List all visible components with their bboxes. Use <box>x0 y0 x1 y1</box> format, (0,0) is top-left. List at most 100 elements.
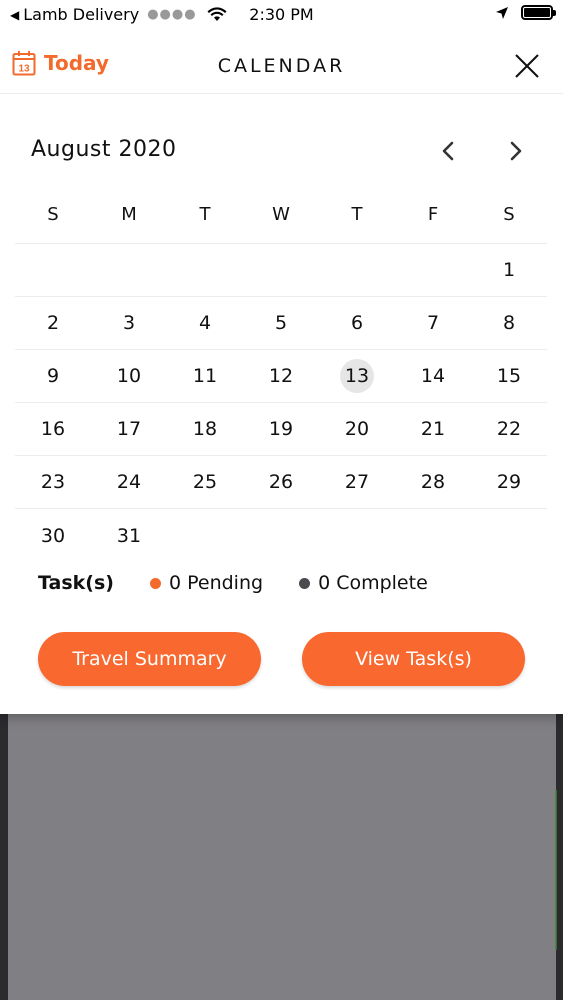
calendar-day-number: 12 <box>268 365 294 387</box>
calendar-empty-cell <box>91 244 167 296</box>
calendar-day[interactable]: 20 <box>319 403 395 455</box>
calendar-week-row: 9 10 11 12 13 14 15 <box>15 350 547 403</box>
calendar-day[interactable]: 28 <box>395 456 471 508</box>
calendar-day-number: 30 <box>40 524 66 547</box>
calendar-empty-cell <box>243 509 319 562</box>
calendar-day[interactable]: 11 <box>167 350 243 402</box>
calendar-day-number: 29 <box>496 471 522 493</box>
calendar-day-number: 5 <box>274 312 288 334</box>
calendar-day-number: 19 <box>268 418 294 440</box>
calendar-day-number: 13 <box>340 359 374 393</box>
calendar-day-number: 28 <box>420 471 446 493</box>
calendar-week-row: 16 17 18 19 20 21 22 <box>15 403 547 456</box>
calendar-empty-cell <box>395 244 471 296</box>
background-route-line <box>555 790 563 950</box>
calendar-day[interactable]: 8 <box>471 297 547 349</box>
calendar-day[interactable]: 31 <box>91 509 167 562</box>
weekday-header: S M T W T F S <box>15 190 547 244</box>
chevron-left-icon[interactable] <box>436 138 462 164</box>
calendar-day-number: 21 <box>420 418 446 440</box>
calendar-day-number: 27 <box>344 471 370 493</box>
calendar-day-number: 16 <box>40 418 66 440</box>
calendar-day-number: 2 <box>46 312 60 334</box>
complete-label: 0 Complete <box>318 572 428 594</box>
calendar-week-row: 2 3 4 5 6 7 8 <box>15 297 547 350</box>
calendar-day-number: 31 <box>116 524 142 547</box>
calendar-day[interactable]: 19 <box>243 403 319 455</box>
calendar-day[interactable]: 12 <box>243 350 319 402</box>
pending-label: 0 Pending <box>168 572 264 594</box>
calendar-day-number: 1 <box>502 259 516 281</box>
calendar-empty-cell <box>395 509 471 562</box>
calendar-day-number: 7 <box>426 312 440 334</box>
calendar-day[interactable]: 23 <box>15 456 91 508</box>
calendar-empty-cell <box>243 244 319 296</box>
calendar-day-number: 18 <box>192 418 218 440</box>
calendar-empty-cell <box>15 244 91 296</box>
calendar-day-number: 20 <box>344 418 370 440</box>
weekday-label: S <box>503 204 515 225</box>
month-title: August 2020 <box>31 137 177 162</box>
calendar-day[interactable]: 17 <box>91 403 167 455</box>
complete-dot-icon <box>299 577 311 589</box>
calendar-week-row: 23 24 25 26 27 28 29 <box>15 456 547 509</box>
calendar-day[interactable]: 6 <box>319 297 395 349</box>
calendar-day-number: 11 <box>192 365 218 387</box>
calendar-day-number: 9 <box>46 365 60 387</box>
calendar-empty-cell <box>167 509 243 562</box>
calendar-day-number: 6 <box>350 312 364 334</box>
view-tasks-button[interactable]: View Task(s) <box>302 632 525 686</box>
calendar-day[interactable]: 14 <box>395 350 471 402</box>
calendar-day-number: 10 <box>116 365 142 387</box>
calendar-day[interactable]: 10 <box>91 350 167 402</box>
calendar-day[interactable]: 5 <box>243 297 319 349</box>
calendar-day[interactable]: 7 <box>395 297 471 349</box>
calendar-grid: 1 2 3 4 5 6 7 8 9 10 11 12 13 14 15 16 17 18 19 20 21 22 23 24 2… <box>15 244 547 562</box>
weekday-label: T <box>199 204 211 225</box>
calendar-day[interactable]: 30 <box>15 509 91 562</box>
calendar-day-number: 23 <box>40 471 66 493</box>
calendar-day[interactable]: 2 <box>15 297 91 349</box>
calendar-day[interactable]: 4 <box>167 297 243 349</box>
calendar-empty-cell <box>167 244 243 296</box>
calendar-day-number: 4 <box>198 312 212 334</box>
calendar-day[interactable]: 15 <box>471 350 547 402</box>
chevron-right-icon[interactable] <box>502 138 528 164</box>
calendar-day-number: 25 <box>192 471 218 493</box>
calendar-empty-cell <box>319 509 395 562</box>
calendar-day[interactable]: 29 <box>471 456 547 508</box>
calendar-day[interactable]: 9 <box>15 350 91 402</box>
calendar-day-number: 3 <box>122 312 136 334</box>
weekday-label: F <box>427 204 439 225</box>
calendar-day[interactable]: 25 <box>167 456 243 508</box>
calendar-day[interactable]: 26 <box>243 456 319 508</box>
pending-dot-icon <box>149 577 161 589</box>
calendar-week-row: 30 31 <box>15 509 547 562</box>
calendar-day[interactable]: 24 <box>91 456 167 508</box>
calendar-day[interactable]: 27 <box>319 456 395 508</box>
calendar-day[interactable]: 1 <box>471 244 547 296</box>
background-overlay <box>8 712 556 1000</box>
calendar-day[interactable]: 16 <box>15 403 91 455</box>
calendar-day[interactable]: 13 <box>319 350 395 402</box>
calendar-sheet: ◀ Lamb Delivery ●●●● 2:30 PM 13 Today CA… <box>0 0 563 714</box>
calendar-day-number: 15 <box>496 365 522 387</box>
calendar-day[interactable]: 3 <box>91 297 167 349</box>
calendar-day-number: 22 <box>496 418 522 440</box>
calendar-day[interactable]: 21 <box>395 403 471 455</box>
weekday-label: T <box>351 204 363 225</box>
calendar-day-number: 17 <box>116 418 142 440</box>
close-icon[interactable] <box>513 52 541 80</box>
location-arrow-icon <box>496 6 508 19</box>
weekday-label: M <box>121 204 137 225</box>
calendar-empty-cell <box>319 244 395 296</box>
header: 13 Today CALENDAR <box>0 38 563 94</box>
weekday-label: W <box>272 204 290 225</box>
travel-summary-button[interactable]: Travel Summary <box>38 632 261 686</box>
pending-count: 0 Pending <box>149 572 264 594</box>
battery-icon <box>521 5 556 20</box>
calendar-day[interactable]: 18 <box>167 403 243 455</box>
calendar-day-number: 26 <box>268 471 294 493</box>
calendar-day[interactable]: 22 <box>471 403 547 455</box>
status-bar: ◀ Lamb Delivery ●●●● 2:30 PM <box>0 0 563 30</box>
